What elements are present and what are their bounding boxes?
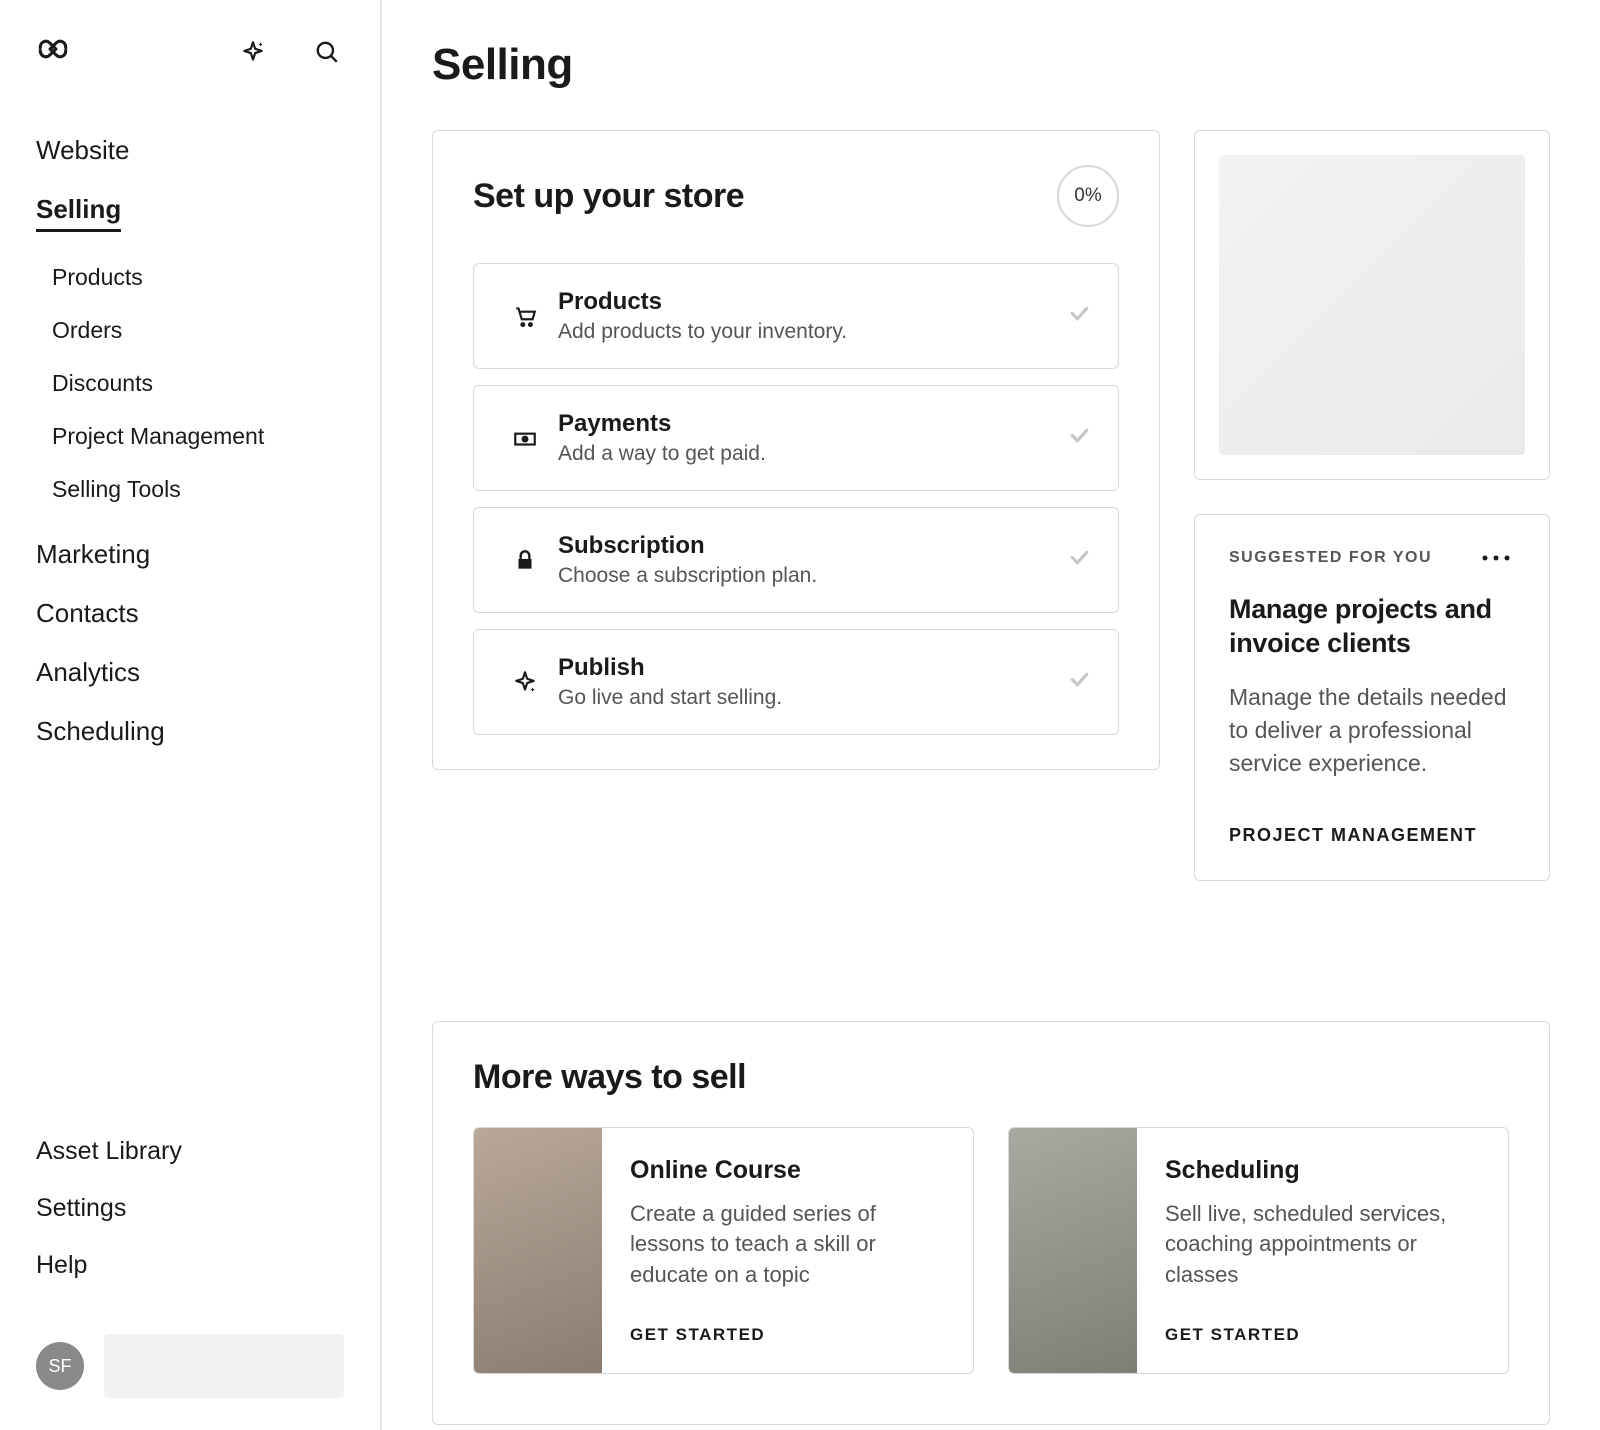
main-content: Selling Set up your store 0% [382,0,1600,1430]
check-icon [1067,301,1092,331]
suggested-title: Manage projects and invoice clients [1229,593,1515,661]
nav-help[interactable]: Help [36,1247,344,1284]
step-subscription[interactable]: Subscription Choose a subscription plan. [473,507,1119,613]
check-icon [1067,545,1092,575]
nav-item-selling[interactable]: Selling [36,190,121,232]
logo-icon[interactable] [36,32,70,71]
check-icon [1067,423,1092,453]
cart-icon [500,303,550,329]
main-nav: Website Selling Products Orders Discount… [36,131,344,751]
search-icon[interactable] [310,35,344,69]
sidebar-top [36,32,344,71]
card-title: Online Course [630,1156,945,1185]
subnav-project-management[interactable]: Project Management [52,419,344,454]
step-publish[interactable]: Publish Go live and start selling. [473,629,1119,735]
get-started-link[interactable]: GET STARTED [630,1325,945,1345]
card-desc: Sell live, scheduled services, coaching … [1165,1199,1480,1291]
suggested-label: SUGGESTED FOR YOU [1229,549,1432,567]
setup-store-card: Set up your store 0% Products [432,130,1160,770]
step-title: Publish [558,654,1067,682]
nav-item-scheduling[interactable]: Scheduling [36,712,344,751]
more-ways-title: More ways to sell [473,1058,1509,1097]
step-payments[interactable]: Payments Add a way to get paid. [473,385,1119,491]
subnav-products[interactable]: Products [52,260,344,295]
more-card-scheduling[interactable]: Scheduling Sell live, scheduled services… [1008,1127,1509,1374]
subnav-selling-tools[interactable]: Selling Tools [52,472,344,507]
sparkle-icon [500,669,550,695]
suggested-card: SUGGESTED FOR YOU Manage projects and in… [1194,514,1550,881]
nav-settings[interactable]: Settings [36,1190,344,1227]
sub-nav: Products Orders Discounts Project Manage… [52,260,344,507]
step-title: Payments [558,410,1067,438]
more-card-online-course[interactable]: Online Course Create a guided series of … [473,1127,974,1374]
page-title: Selling [432,40,1550,90]
payments-icon [500,425,550,451]
card-image-placeholder [1009,1128,1137,1373]
nav-asset-library[interactable]: Asset Library [36,1133,344,1170]
more-options-icon[interactable] [1477,549,1515,567]
promo-card[interactable] [1194,130,1550,480]
nav-item-website[interactable]: Website [36,131,344,170]
avatar: SF [36,1342,84,1390]
nav-item-contacts[interactable]: Contacts [36,594,344,633]
step-desc: Go live and start selling. [558,686,1067,710]
subnav-discounts[interactable]: Discounts [52,366,344,401]
more-ways-section: More ways to sell Online Course Create a… [432,1021,1550,1425]
step-desc: Add products to your inventory. [558,320,1067,344]
subnav-orders[interactable]: Orders [52,313,344,348]
user-name-placeholder [104,1334,344,1398]
suggested-desc: Manage the details needed to deliver a p… [1229,681,1515,781]
setup-title: Set up your store [473,177,744,216]
step-desc: Choose a subscription plan. [558,564,1067,588]
check-icon [1067,667,1092,697]
card-title: Scheduling [1165,1156,1480,1185]
step-title: Subscription [558,532,1067,560]
sidebar-bottom: Asset Library Settings Help SF [36,1133,344,1398]
nav-item-marketing[interactable]: Marketing [36,535,344,574]
step-desc: Add a way to get paid. [558,442,1067,466]
nav-item-analytics[interactable]: Analytics [36,653,344,692]
sidebar: Website Selling Products Orders Discount… [0,0,382,1430]
ai-sparkle-icon[interactable] [236,35,270,69]
card-image-placeholder [474,1128,602,1373]
get-started-link[interactable]: GET STARTED [1165,1325,1480,1345]
user-row[interactable]: SF [36,1334,344,1398]
card-desc: Create a guided series of lessons to tea… [630,1199,945,1291]
step-title: Products [558,288,1067,316]
lock-icon [500,547,550,573]
suggested-link[interactable]: PROJECT MANAGEMENT [1229,825,1515,846]
step-products[interactable]: Products Add products to your inventory. [473,263,1119,369]
progress-indicator: 0% [1057,165,1119,227]
promo-image-placeholder [1219,155,1525,455]
